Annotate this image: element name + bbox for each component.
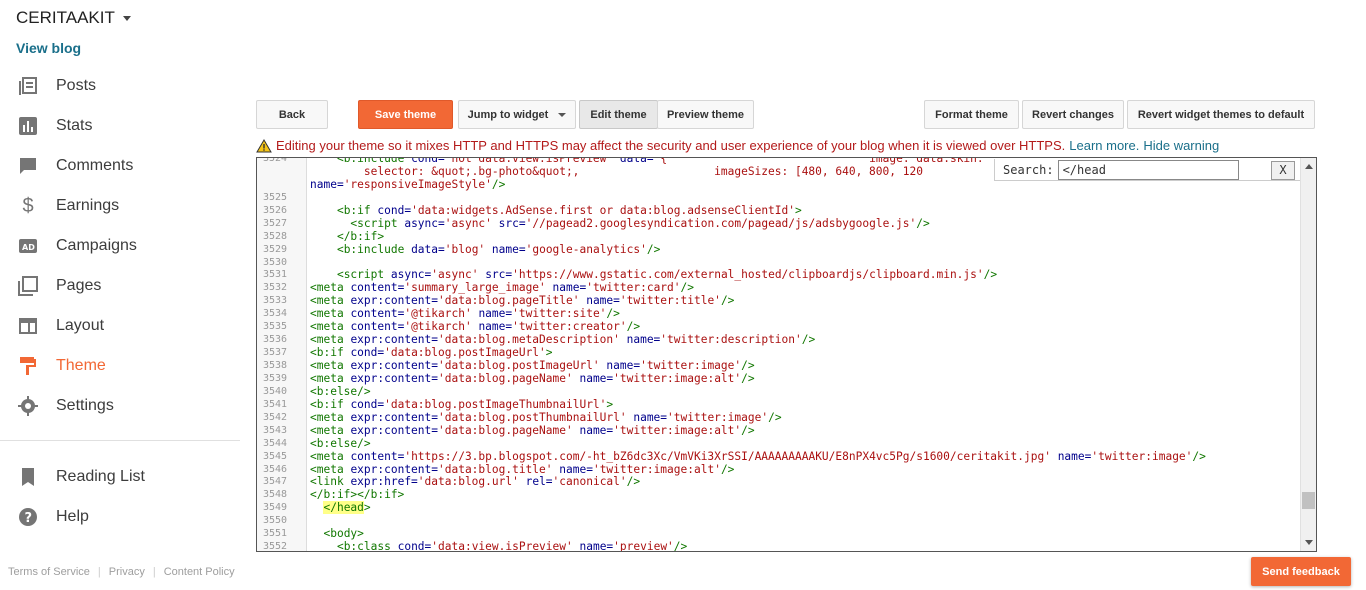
search-input[interactable]: </head xyxy=(1057,159,1239,180)
sidebar-item-label: Comments xyxy=(56,157,134,174)
dollar-icon: $ xyxy=(22,194,34,217)
help-icon: ? xyxy=(18,507,38,527)
sidebar-item-campaigns[interactable]: AD Campaigns xyxy=(0,226,240,266)
gear-icon xyxy=(18,396,38,416)
scroll-up-icon[interactable] xyxy=(1305,164,1313,169)
sidebar-item-label: Campaigns xyxy=(56,237,137,254)
comments-icon xyxy=(18,156,38,176)
sidebar-item-comments[interactable]: Comments xyxy=(0,146,240,186)
sidebar-item-label: Stats xyxy=(56,117,93,134)
search-label: Search: xyxy=(1003,162,1054,177)
revert-widgets-button[interactable]: Revert widget themes to default xyxy=(1127,100,1315,129)
back-button[interactable]: Back xyxy=(256,100,328,129)
learn-more-link[interactable]: Learn more. xyxy=(1069,138,1139,153)
chevron-down-icon xyxy=(122,15,131,21)
scroll-thumb[interactable] xyxy=(1302,492,1315,509)
warning-icon xyxy=(256,138,272,152)
theme-icon xyxy=(18,356,38,376)
format-theme-button[interactable]: Format theme xyxy=(924,100,1019,129)
jump-to-widget-dropdown[interactable]: Jump to widget xyxy=(458,100,576,129)
search-bar: Search: </head X xyxy=(994,159,1300,181)
sidebar-item-earnings[interactable]: $ Earnings xyxy=(0,186,240,226)
scroll-down-icon[interactable] xyxy=(1305,540,1313,545)
close-search-button[interactable]: X xyxy=(1271,161,1295,180)
chevron-down-icon xyxy=(558,112,567,117)
bookmark-icon xyxy=(18,467,38,487)
save-theme-button[interactable]: Save theme xyxy=(358,100,453,129)
posts-icon xyxy=(18,76,38,96)
footer-separator: | xyxy=(97,566,101,578)
sidebar-item-reading-list[interactable]: Reading List xyxy=(0,457,240,497)
sidebar-item-stats[interactable]: Stats xyxy=(0,106,240,146)
editor-scrollbar[interactable] xyxy=(1300,158,1316,551)
footer-links: Terms of Service | Privacy | Content Pol… xyxy=(8,566,235,578)
stats-icon xyxy=(18,116,38,136)
layout-icon xyxy=(18,316,38,336)
revert-changes-button[interactable]: Revert changes xyxy=(1022,100,1124,129)
sidebar-item-label: Earnings xyxy=(56,197,120,214)
blog-selector[interactable]: CERITAAKIT xyxy=(16,8,131,28)
sidebar: CERITAAKIT View blog Posts Stats Comment… xyxy=(0,0,240,590)
sidebar-item-theme[interactable]: Theme xyxy=(0,346,240,386)
sidebar-item-pages[interactable]: Pages xyxy=(0,266,240,306)
sidebar-item-layout[interactable]: Layout xyxy=(0,306,240,346)
sidebar-item-posts[interactable]: Posts xyxy=(0,66,240,106)
sidebar-item-label: Theme xyxy=(56,357,106,374)
jump-to-widget-label: Jump to widget xyxy=(467,108,549,121)
preview-theme-button[interactable]: Preview theme xyxy=(657,100,754,129)
view-blog-link[interactable]: View blog xyxy=(16,40,81,56)
svg-text:?: ? xyxy=(25,511,33,526)
hide-warning-link[interactable]: Hide warning xyxy=(1143,138,1219,153)
footer-separator: | xyxy=(152,566,156,578)
sidebar-item-settings[interactable]: Settings xyxy=(0,386,240,426)
theme-toolbar: Back Save theme Jump to widget Edit them… xyxy=(256,100,1315,130)
edit-theme-button[interactable]: Edit theme xyxy=(579,100,658,129)
sidebar-item-label: Settings xyxy=(56,397,114,414)
pages-icon xyxy=(18,276,38,296)
sidebar-item-label: Layout xyxy=(56,317,105,334)
blog-title: CERITAAKIT xyxy=(16,8,115,27)
campaigns-icon: AD xyxy=(18,236,38,256)
sidebar-item-label: Pages xyxy=(56,277,102,294)
sidebar-item-label: Help xyxy=(56,508,89,525)
secondary-nav: Reading List ? Help xyxy=(0,457,240,537)
code-lines: 3524 <b:include cond='not data:view.isPr… xyxy=(263,157,1206,552)
main-nav: Posts Stats Comments $ Earnings AD Campa… xyxy=(0,66,240,426)
https-warning: Editing your theme so it mixes HTTP and … xyxy=(256,138,1219,153)
svg-text:AD: AD xyxy=(22,243,35,252)
code-editor[interactable]: 3524 <b:include cond='not data:view.isPr… xyxy=(256,157,1317,552)
sidebar-item-label: Posts xyxy=(56,77,97,94)
content-policy-link[interactable]: Content Policy xyxy=(164,566,235,578)
nav-divider xyxy=(0,440,240,441)
terms-link[interactable]: Terms of Service xyxy=(8,566,90,578)
send-feedback-button[interactable]: Send feedback xyxy=(1251,557,1351,586)
sidebar-item-help[interactable]: ? Help xyxy=(0,497,240,537)
warning-text: Editing your theme so it mixes HTTP and … xyxy=(276,138,1066,153)
privacy-link[interactable]: Privacy xyxy=(109,566,145,578)
sidebar-item-label: Reading List xyxy=(56,468,145,485)
